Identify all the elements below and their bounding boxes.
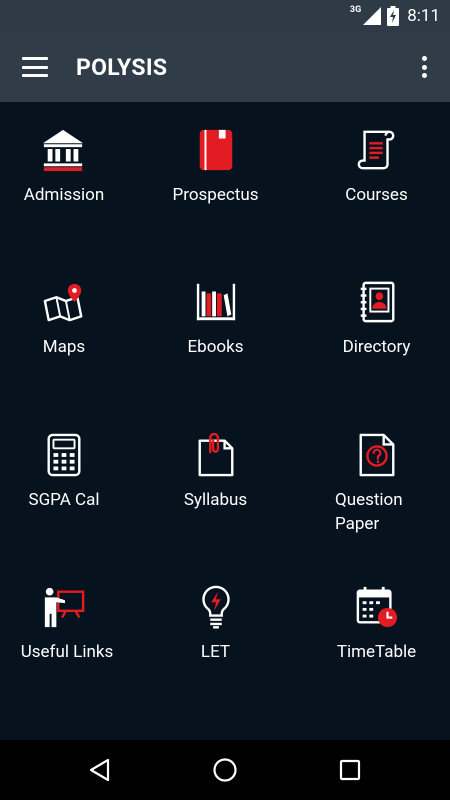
- signal-icon: [363, 7, 382, 25]
- back-icon[interactable]: [88, 758, 112, 782]
- tile-label: Admission: [23, 185, 105, 205]
- tile-directory[interactable]: Directory: [303, 254, 450, 407]
- tile-label: SGPA Cal: [28, 490, 100, 510]
- map-icon: [43, 283, 83, 322]
- tile-ebooks[interactable]: Ebooks: [128, 254, 303, 407]
- tile-label: Syllabus: [183, 490, 248, 510]
- navigation-bar: [0, 740, 450, 800]
- tile-timetable[interactable]: TimeTable: [303, 559, 450, 740]
- tile-syllabus[interactable]: Syllabus: [128, 407, 303, 559]
- network-type: 3G: [349, 5, 362, 15]
- tile-question-paper[interactable]: Question Paper: [303, 407, 450, 559]
- bank-icon: [42, 129, 84, 172]
- clipped-page-icon: [198, 433, 233, 477]
- presentation-icon: [44, 587, 85, 628]
- tile-let[interactable]: LET: [128, 559, 303, 740]
- recents-icon[interactable]: [339, 759, 361, 781]
- home-icon[interactable]: [212, 757, 238, 783]
- tile-courses[interactable]: Courses: [303, 102, 450, 254]
- calendar-clock-icon: [356, 586, 397, 628]
- tile-label: Directory: [342, 337, 411, 357]
- tile-useful-links[interactable]: Useful Links: [0, 559, 128, 740]
- scroll-icon: [357, 130, 394, 170]
- tile-label: Ebooks: [187, 337, 244, 357]
- tile-prospectus[interactable]: Prospectus: [128, 102, 303, 254]
- battery-charging-icon: [387, 6, 400, 26]
- tile-label: Courses: [345, 185, 408, 205]
- app-bar: POLYSIS: [0, 32, 450, 102]
- tile-sgpa-cal[interactable]: SGPA Cal: [0, 407, 128, 559]
- contacts-book-icon: [360, 281, 394, 323]
- calculator-icon: [47, 433, 81, 477]
- status-time: 8:11: [407, 6, 440, 26]
- tile-label: Useful Links: [20, 642, 114, 662]
- tile-label: Question Paper: [335, 490, 403, 534]
- lightbulb-icon: [201, 585, 230, 629]
- notebook-icon: [199, 129, 232, 171]
- app-title: POLYSIS: [76, 53, 168, 81]
- more-options-icon[interactable]: [420, 56, 428, 78]
- tile-label: Maps: [42, 337, 86, 357]
- tile-label: Prospectus: [172, 185, 259, 205]
- menu-grid: Admission Prospectus Courses Maps Ebooks…: [0, 102, 450, 740]
- tile-admission[interactable]: Admission: [0, 102, 128, 254]
- question-document-icon: [359, 433, 394, 477]
- tile-label: LET: [200, 642, 231, 662]
- status-bar: 3G 8:11: [0, 0, 450, 32]
- tile-label: TimeTable: [336, 642, 417, 662]
- tile-maps[interactable]: Maps: [0, 254, 128, 407]
- hamburger-menu-icon[interactable]: [22, 57, 48, 77]
- bookshelf-icon: [196, 283, 235, 321]
